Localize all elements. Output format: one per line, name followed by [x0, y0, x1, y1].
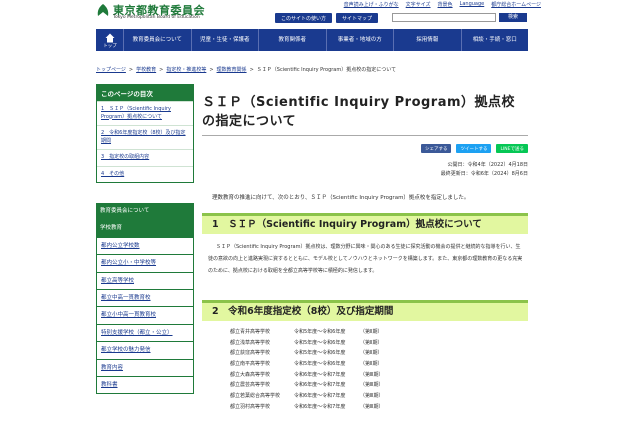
school-name: 都立大森高等学校 [230, 371, 271, 378]
sitemap-button[interactable]: サイトマップ [336, 13, 379, 23]
util-link-bg-color[interactable]: 背景色 [438, 1, 453, 8]
side-item-curriculum[interactable]: 教育内容 [96, 359, 194, 377]
section-heading-2: 2 令和6年度指定校（8校）及び指定期間 [202, 300, 528, 321]
toc-item-1[interactable]: 1 ＳＩＰ（Scientific Inquiry Program）拠点校について [97, 101, 193, 125]
side-item-board[interactable]: 教育委員会について [96, 203, 194, 221]
school-name: 都立青井高等学校 [230, 329, 271, 335]
page-title: ＳＩＰ（Scientific Inquiry Program）拠点校の指定につい… [202, 95, 516, 129]
side-item-integrated-schools[interactable]: 都立中高一貫教育校 [96, 289, 194, 308]
side-item-school-appeal[interactable]: 都立学校の魅力発信 [96, 342, 194, 360]
line-share-button[interactable]: LINEで送る [496, 144, 528, 153]
school-name: 都立南平高等学校 [230, 361, 271, 368]
school-period: 令和6年度～令和7年度 [294, 382, 346, 389]
breadcrumb-separator: > [249, 67, 254, 73]
side-item-school-education[interactable]: 学校教育 [96, 220, 194, 238]
school-period: 令和5年度～令和6年度 [294, 329, 346, 335]
school-term: （第Ⅲ期） [360, 371, 384, 378]
tokyo-emblem-icon [97, 4, 109, 16]
about-site-button[interactable]: このサイトの使い方 [275, 13, 333, 23]
breadcrumb-separator: > [209, 67, 214, 73]
toc-item-4[interactable]: 4 その他 [97, 165, 193, 183]
breadcrumb-designated-schools[interactable]: 指定校・推進校等 [166, 67, 206, 73]
school-row: 都立羽村高等学校 令和6年度～令和7年度 （第Ⅲ期） [230, 402, 390, 413]
breadcrumb-top[interactable]: トップページ [96, 67, 126, 73]
share-buttons: シェアする ツイートする LINEで送る [420, 144, 528, 153]
side-item-k12-schools[interactable]: 都立小中高一貫教育校 [96, 307, 194, 325]
school-row: 都立荻窪高等学校 令和5年度～令和6年度 （第Ⅱ期） [230, 348, 390, 359]
toc-item-3[interactable]: 3 指定校の取組内容 [97, 149, 193, 166]
gnav-item-educators[interactable]: 教育関係者 [259, 29, 327, 51]
school-list: 都立青井高等学校 令和5年度～令和6年度 （第Ⅱ期） 都立浅草高等学校 令和5年度～令和… [230, 327, 390, 413]
breadcrumb-separator: > [128, 67, 134, 73]
school-term: （第Ⅱ期） [360, 361, 383, 368]
search-input[interactable] [392, 13, 496, 22]
util-link-language[interactable]: Language [460, 1, 485, 8]
util-link-read-aloud[interactable]: 音声読み上げ・ふりがな [344, 1, 399, 8]
school-row: 都立若葉総合高等学校 令和6年度～令和7年度 （第Ⅲ期） [230, 391, 390, 402]
gnav-item-board[interactable]: 教育委員会について [124, 29, 192, 51]
school-row: 都立青井高等学校 令和5年度～令和6年度 （第Ⅱ期） [230, 327, 390, 338]
school-period: 令和5年度～令和6年度 [294, 361, 346, 368]
side-item-textbooks[interactable]: 教科書 [96, 376, 194, 395]
side-item-high-schools[interactable]: 都立高等学校 [96, 272, 194, 290]
title-divider [202, 135, 528, 136]
gnav-item-recruitment[interactable]: 採用情報 [394, 29, 462, 51]
school-name: 都立若葉総合高等学校 [230, 393, 281, 400]
school-name: 都立荻窪高等学校 [230, 350, 271, 357]
logo-subtitle: Tokyo Metropolitan Board of Education [113, 15, 200, 20]
toc-item-2[interactable]: 2 令和6年度指定校（8校）及び指定期間 [97, 125, 193, 149]
gnav-item-students[interactable]: 児童・生徒・保護者 [192, 29, 259, 51]
gnav-home[interactable]: トップ [96, 29, 124, 51]
util-link-metro-site[interactable]: 都庁総合ホームページ [491, 1, 541, 8]
gnav-item-business[interactable]: 事業者・地域の方 [327, 29, 394, 51]
school-term: （第Ⅱ期） [360, 329, 383, 335]
school-period: 令和5年度～令和6年度 [294, 339, 346, 346]
global-nav: トップ 教育委員会について 児童・生徒・保護者 教育関係者 事業者・地域の方 採… [96, 29, 528, 51]
lead-paragraph: 理数教育の推進に向けて、次のとおり、ＳＩＰ（Scientific Inquiry… [212, 195, 470, 201]
school-name: 都立農芸高等学校 [230, 382, 271, 389]
school-name: 都立浅草高等学校 [230, 339, 271, 346]
side-item-special-support[interactable]: 特別支援学校（都立・公立） [96, 324, 194, 343]
breadcrumb: トップページ > 学校教育 > 指定校・推進校等 > 理数教育関係 > ＳＩＰ（Scientif… [96, 66, 396, 73]
util-link-font-size[interactable]: 文字サイズ [406, 1, 431, 8]
side-item-school-count[interactable]: 都内公立学校数 [96, 237, 194, 256]
school-row: 都立大森高等学校 令和6年度～令和7年度 （第Ⅲ期） [230, 370, 390, 381]
school-period: 令和6年度～令和7年度 [294, 371, 346, 378]
home-label: トップ [103, 44, 117, 49]
page-dates: 公開日：令和4年（2022）4月18日 最終更新日：令和6年（2024）8月6日 [441, 161, 528, 179]
school-term: （第Ⅱ期） [360, 339, 383, 346]
utility-buttons: このサイトの使い方 サイトマップ [275, 13, 379, 23]
school-row: 都立浅草高等学校 令和5年度～令和6年度 （第Ⅱ期） [230, 338, 390, 349]
school-name: 都立羽村高等学校 [230, 403, 271, 410]
breadcrumb-current: ＳＩＰ（Scientific Inquiry Program）拠点校の指定につい… [256, 67, 397, 73]
section-heading-1: 1 ＳＩＰ（Scientific Inquiry Program）拠点校について [202, 213, 528, 234]
facebook-share-button[interactable]: シェアする [420, 144, 452, 153]
school-row: 都立南平高等学校 令和5年度～令和6年度 （第Ⅱ期） [230, 359, 390, 370]
section-1-body: ＳＩＰ（Scientific Inquiry Program）拠点校は、理数分野… [208, 244, 523, 274]
site-header: 東京都教育委員会 Tokyo Metropolitan Board of Edu… [0, 0, 640, 29]
gnav-item-consultation[interactable]: 相談・手続・窓口 [462, 29, 529, 51]
updated-date: 最終更新日：令和6年（2024）8月6日 [440, 171, 528, 177]
page-toc: このページの目次 1 ＳＩＰ（Scientific Inquiry Progra… [96, 84, 194, 183]
published-date: 公開日：令和4年（2022）4月18日 [447, 162, 528, 168]
school-term: （第Ⅲ期） [360, 403, 384, 410]
twitter-share-button[interactable]: ツイートする [456, 144, 492, 153]
school-row: 都立農芸高等学校 令和6年度～令和7年度 （第Ⅲ期） [230, 380, 390, 391]
toc-title: このページの目次 [97, 85, 193, 101]
school-period: 令和5年度～令和6年度 [294, 350, 346, 357]
school-period: 令和6年度～令和7年度 [294, 403, 346, 410]
school-period: 令和6年度～令和7年度 [294, 393, 346, 400]
search-button[interactable]: 検索 [499, 13, 527, 22]
breadcrumb-school-education[interactable]: 学校教育 [136, 67, 156, 73]
side-item-elementary-junior[interactable]: 都内公立小・中学校等 [96, 255, 194, 273]
school-term: （第Ⅲ期） [360, 382, 384, 389]
breadcrumb-science-education[interactable]: 理数教育関係 [217, 67, 247, 73]
utility-links: 音声読み上げ・ふりがな 文字サイズ 背景色 Language 都庁総合ホームペー… [344, 1, 541, 8]
home-icon [105, 33, 115, 43]
side-nav: 教育委員会について 学校教育 都内公立学校数 都内公立小・中学校等 都立高等学校… [96, 203, 194, 395]
school-term: （第Ⅱ期） [360, 350, 383, 357]
breadcrumb-separator: > [159, 67, 164, 73]
school-term: （第Ⅲ期） [360, 393, 384, 400]
